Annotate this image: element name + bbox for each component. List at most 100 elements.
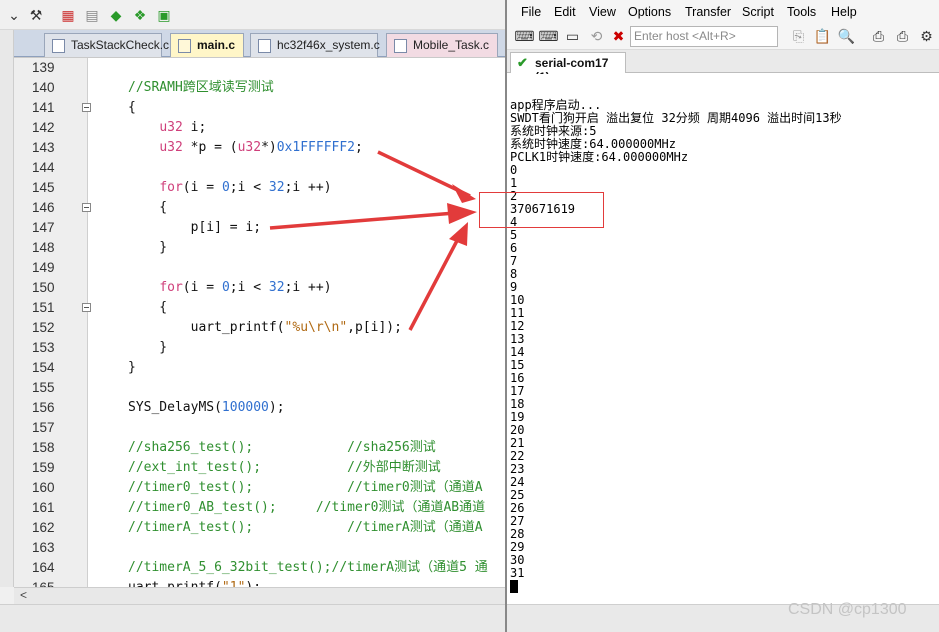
tab-main[interactable]: main.c: [170, 33, 244, 57]
code-line[interactable]: 149: [14, 258, 505, 278]
terminal-cursor: [510, 580, 518, 593]
code-text: }: [128, 240, 168, 255]
copy-icon[interactable]: ⎘: [789, 27, 808, 46]
line-number: 142: [32, 120, 55, 135]
checkmark-icon: ✔: [517, 55, 528, 70]
code-line[interactable]: 159 //ext_int_test(); //外部中断测试: [14, 458, 505, 478]
code-line[interactable]: 155: [14, 378, 505, 398]
paste-icon[interactable]: 📋: [813, 27, 832, 46]
file-icon: [394, 39, 407, 53]
code-line[interactable]: 153 }: [14, 338, 505, 358]
code-line[interactable]: 160 //timer0_test(); //timer0测试（通道A: [14, 478, 505, 498]
terminal-line: 31: [510, 566, 525, 580]
print-icon[interactable]: ⎙: [869, 27, 888, 46]
code-line[interactable]: 161 //timer0_AB_test(); //timer0测试（通道AB通道: [14, 498, 505, 518]
diamond-icon[interactable]: ◆: [106, 5, 126, 25]
menu-options[interactable]: Options: [628, 5, 671, 19]
code-line[interactable]: 157: [14, 418, 505, 438]
left-panel-scrollbar[interactable]: [0, 30, 14, 587]
line-number: 149: [32, 260, 55, 275]
code-line[interactable]: 152 uart_printf("%u\r\n",p[i]);: [14, 318, 505, 338]
code-editor[interactable]: 139 140 //SRAMH跨区域读写测试 141{142 u32 i; 143 u3…: [14, 57, 505, 587]
file-icon: [258, 39, 271, 53]
build-icon[interactable]: ▦: [58, 5, 78, 25]
wrench-icon[interactable]: ⚒: [26, 5, 46, 25]
code-text: }: [128, 340, 168, 355]
code-text: {: [128, 300, 168, 315]
menu-edit[interactable]: Edit: [554, 5, 576, 19]
connect-icon[interactable]: ⌨: [514, 27, 534, 46]
highlight-box: [479, 192, 604, 228]
session-tab[interactable]: ✔ serial-com17 (1): [510, 52, 626, 84]
code-line[interactable]: 156 SYS_DelayMS(100000);: [14, 398, 505, 418]
menu-help[interactable]: Help: [831, 5, 857, 19]
code-text: //SRAMH跨区域读写测试: [128, 80, 274, 95]
menu-tools[interactable]: Tools: [787, 5, 816, 19]
code-line[interactable]: 147 p[i] = i;: [14, 218, 505, 238]
code-line[interactable]: 148 }: [14, 238, 505, 258]
ide-bottom-bar: [0, 604, 505, 632]
scroll-left-icon[interactable]: <: [20, 588, 27, 602]
menu-transfer[interactable]: Transfer: [685, 5, 731, 19]
code-line[interactable]: 163: [14, 538, 505, 558]
terminal-output[interactable]: app程序启动... SWDT看门狗开启 溢出复位 32分频 周期4096 溢出时…: [507, 74, 939, 604]
line-number: 143: [32, 140, 55, 155]
line-number: 159: [32, 460, 55, 475]
menu-file[interactable]: File: [521, 5, 541, 19]
code-text: p[i] = i;: [128, 220, 262, 235]
menu-script[interactable]: Script: [742, 5, 774, 19]
code-line[interactable]: 139: [14, 58, 505, 78]
settings-icon[interactable]: ⚙: [917, 27, 936, 46]
fold-toggle-icon[interactable]: [82, 103, 91, 112]
line-number: 160: [32, 480, 55, 495]
editor-tab-bar: TaskStackCheck.c main.c hc32f46x_system.…: [0, 30, 505, 57]
reconnect-icon[interactable]: ⟲: [587, 27, 606, 46]
dropdown-icon[interactable]: ⌄: [4, 5, 24, 25]
code-text: {: [128, 100, 136, 115]
find-icon[interactable]: 🔍: [837, 27, 856, 46]
code-line[interactable]: 141 {: [14, 98, 505, 118]
code-line[interactable]: 142 u32 i;: [14, 118, 505, 138]
code-line[interactable]: 143 u32 *p = (u32*)0x1FFFFFF2;: [14, 138, 505, 158]
quick-connect-icon[interactable]: ⌨: [538, 27, 558, 46]
code-line[interactable]: 150 for(i = 0;i < 32;i ++): [14, 278, 505, 298]
fold-toggle-icon[interactable]: [82, 203, 91, 212]
code-text: {: [128, 200, 168, 215]
code-line[interactable]: 145 for(i = 0;i < 32;i ++): [14, 178, 505, 198]
terminal-menubar: File Edit View Options Transfer Script T…: [507, 0, 939, 24]
settings-icon[interactable]: ❖: [130, 5, 150, 25]
line-number: 153: [32, 340, 55, 355]
code-line[interactable]: 162 //timerA_test(); //timerA测试（通道A: [14, 518, 505, 538]
tab-hc32f46x-system[interactable]: hc32f46x_system.c: [250, 33, 380, 57]
line-number: 146: [32, 200, 55, 215]
disconnect-icon[interactable]: ✖: [609, 27, 628, 46]
host-input[interactable]: Enter host <Alt+R>: [630, 26, 778, 47]
code-line[interactable]: 165 uart_printf("1");: [14, 578, 505, 587]
session-icon[interactable]: ▭: [563, 27, 582, 46]
print-setup-icon[interactable]: ⎙: [893, 27, 912, 46]
code-line[interactable]: 146 {: [14, 198, 505, 218]
tab-mobile-task[interactable]: Mobile_Task.c: [386, 33, 498, 57]
code-line[interactable]: 151 {: [14, 298, 505, 318]
config-icon[interactable]: ▣: [154, 5, 174, 25]
code-line[interactable]: 158 //sha256_test(); //sha256测试: [14, 438, 505, 458]
windows-icon[interactable]: ▤: [82, 5, 102, 25]
code-line[interactable]: 140 //SRAMH跨区域读写测试: [14, 78, 505, 98]
code-line[interactable]: 154}: [14, 358, 505, 378]
menu-view[interactable]: View: [589, 5, 616, 19]
fold-toggle-icon[interactable]: [82, 303, 91, 312]
line-number: 140: [32, 80, 55, 95]
line-number: 156: [32, 400, 55, 415]
code-text: }: [128, 360, 136, 375]
horizontal-scrollbar[interactable]: <: [14, 587, 505, 604]
line-number: 147: [32, 220, 55, 235]
line-number: 163: [32, 540, 55, 555]
line-number: 150: [32, 280, 55, 295]
code-line[interactable]: 164 //timerA_5_6_32bit_test();//timerA测试（…: [14, 558, 505, 578]
code-line[interactable]: 144: [14, 158, 505, 178]
ide-window: ⌄ ⚒ ▦ ▤ ◆ ❖ ▣ TaskStackCheck.c main.c hc…: [0, 0, 505, 632]
line-number: 144: [32, 160, 55, 175]
line-number: 161: [32, 500, 55, 515]
line-number: 165: [32, 578, 80, 587]
tab-taskstackcheck[interactable]: TaskStackCheck.c: [44, 33, 169, 57]
